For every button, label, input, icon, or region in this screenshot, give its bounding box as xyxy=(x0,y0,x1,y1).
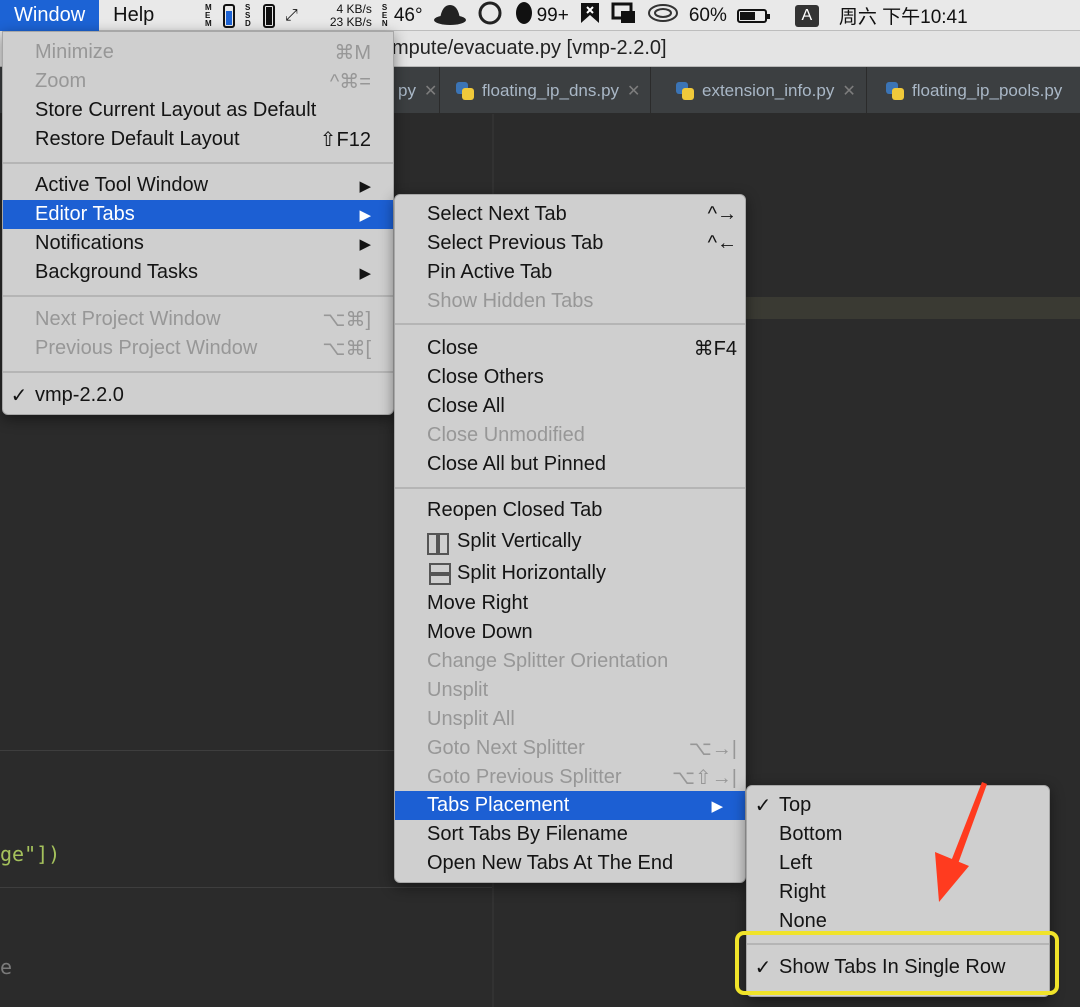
menu-item-open-new-tabs-at-end[interactable]: Open New Tabs At The End xyxy=(395,849,745,878)
memory-meter-icon[interactable] xyxy=(223,4,235,28)
submenu-arrow-icon: ▶ xyxy=(359,264,371,282)
menu-item-placement-bottom[interactable]: Bottom xyxy=(747,820,1049,849)
python-file-icon xyxy=(886,82,904,100)
submenu-arrow-icon: ▶ xyxy=(359,177,371,195)
mem-label: MEM xyxy=(205,4,213,28)
menu-item-zoom[interactable]: Zoom ^⌘= xyxy=(3,67,393,96)
input-source-icon[interactable]: A xyxy=(795,5,819,27)
menu-item-placement-top[interactable]: ✓ Top xyxy=(747,791,1049,820)
menu-item-reopen-closed-tab[interactable]: Reopen Closed Tab xyxy=(395,496,745,525)
sen-label: SEN xyxy=(382,4,390,28)
menu-item-pin-active-tab[interactable]: Pin Active Tab xyxy=(395,258,745,287)
menu-item-split-vertically[interactable]: Split Vertically xyxy=(395,526,745,557)
submenu-arrow-icon: ▶ xyxy=(359,206,371,224)
menu-item-next-project-window[interactable]: Next Project Window ⌥⌘] xyxy=(3,305,393,334)
editor-tab-partial[interactable]: py ✕ xyxy=(388,67,440,114)
menu-item-background-tasks[interactable]: Background Tasks ▶ xyxy=(3,258,393,287)
menu-item-placement-left[interactable]: Left xyxy=(747,849,1049,878)
editor-tab[interactable]: extension_info.py ✕ xyxy=(666,67,867,114)
clock-datetime[interactable]: 周六 下午10:41 xyxy=(839,2,968,29)
bookmark-app-icon[interactable] xyxy=(579,1,601,31)
close-tab-icon[interactable]: ✕ xyxy=(842,81,855,101)
network-speed[interactable]: 4 KB/s 23 KB/s xyxy=(330,3,372,29)
editor-tab[interactable]: floating_ip_dns.py ✕ xyxy=(446,67,651,114)
split-vertical-icon xyxy=(427,531,449,553)
menu-item-select-next-tab[interactable]: Select Next Tab ^→ xyxy=(395,200,745,229)
menu-item-goto-next-splitter[interactable]: Goto Next Splitter ⌥→| xyxy=(395,734,745,763)
ssd-label: SSD xyxy=(245,4,253,28)
menu-item-notifications[interactable]: Notifications ▶ xyxy=(3,229,393,258)
code-text[interactable]: e xyxy=(0,955,12,979)
editor-tab-label: extension_info.py xyxy=(702,81,834,101)
menu-item-editor-tabs[interactable]: Editor Tabs ▶ xyxy=(3,200,393,229)
menu-item-restore-layout[interactable]: Restore Default Layout ⇧F12 xyxy=(3,125,393,154)
qq-penguin-icon[interactable] xyxy=(513,1,535,31)
menu-item-tabs-placement[interactable]: Tabs Placement ▶ xyxy=(395,791,745,820)
code-text[interactable]: ge"]) xyxy=(0,842,60,866)
menu-item-unsplit[interactable]: Unsplit xyxy=(395,676,745,705)
menu-item-active-tool-window[interactable]: Active Tool Window ▶ xyxy=(3,171,393,200)
status-icons: MEM SSD ⤢ 4 KB/s 23 KB/s SEN 46° 99+ 60%… xyxy=(205,0,1080,31)
menu-item-close-all-but-pinned[interactable]: Close All but Pinned xyxy=(395,450,745,479)
menu-item-project-vmp[interactable]: ✓ vmp-2.2.0 xyxy=(3,381,393,410)
menu-separator xyxy=(3,295,393,297)
menu-item-change-splitter-orientation[interactable]: Change Splitter Orientation xyxy=(395,647,745,676)
incognito-hat-icon[interactable] xyxy=(433,2,467,30)
menu-item-move-down[interactable]: Move Down xyxy=(395,618,745,647)
menu-item-previous-project-window[interactable]: Previous Project Window ⌥⌘[ xyxy=(3,334,393,363)
checkmark-icon: ✓ xyxy=(753,793,773,818)
panel-divider xyxy=(0,887,492,888)
menu-separator xyxy=(395,323,745,325)
net-up-speed: 4 KB/s xyxy=(330,3,372,16)
menu-separator xyxy=(395,487,745,489)
battery-percent[interactable]: 60% xyxy=(689,5,727,27)
swap-arrows-icon[interactable]: ⤢ xyxy=(285,5,298,27)
temperature-value[interactable]: 46° xyxy=(394,5,423,27)
editor-tab-label: floating_ip_pools.py xyxy=(912,81,1062,101)
submenu-arrow-icon: ▶ xyxy=(359,235,371,253)
menu-item-placement-right[interactable]: Right xyxy=(747,878,1049,907)
editor-tab[interactable]: floating_ip_pools.py xyxy=(876,67,1072,114)
python-file-icon xyxy=(676,82,694,100)
battery-icon[interactable] xyxy=(737,9,767,23)
window-title: mpute/evacuate.py [vmp-2.2.0] xyxy=(392,37,667,60)
menu-item-split-horizontally[interactable]: Split Horizontally xyxy=(395,558,745,589)
editor-tab-label: py xyxy=(398,81,416,101)
editor-tab-label: floating_ip_dns.py xyxy=(482,81,619,101)
menu-item-unsplit-all[interactable]: Unsplit All xyxy=(395,705,745,734)
close-tab-icon[interactable]: ✕ xyxy=(627,81,640,101)
checkmark-icon: ✓ xyxy=(9,383,29,408)
menu-item-goto-previous-splitter[interactable]: Goto Previous Splitter ⌥⇧→| xyxy=(395,763,745,792)
disk-meter-icon[interactable] xyxy=(263,4,275,28)
annotation-arrow-icon xyxy=(925,780,995,905)
annotation-highlight-box xyxy=(735,931,1059,995)
cloud-sync-icon[interactable] xyxy=(647,1,679,31)
menu-separator xyxy=(3,371,393,373)
menu-item-move-right[interactable]: Move Right xyxy=(395,589,745,618)
help-menu-title[interactable]: Help xyxy=(99,0,168,31)
screen-share-icon[interactable] xyxy=(611,1,637,31)
submenu-arrow-icon: ▶ xyxy=(711,797,723,815)
menu-item-close-all[interactable]: Close All xyxy=(395,392,745,421)
menu-item-minimize[interactable]: Minimize ⌘M xyxy=(3,38,393,67)
menu-item-store-layout[interactable]: Store Current Layout as Default xyxy=(3,96,393,125)
close-tab-icon[interactable]: ✕ xyxy=(424,81,437,101)
python-file-icon xyxy=(456,82,474,100)
net-down-speed: 23 KB/s xyxy=(330,16,372,29)
qq-badge-count: 99+ xyxy=(537,5,569,27)
editor-tabs-submenu: Select Next Tab ^→ Select Previous Tab ^… xyxy=(394,194,746,883)
split-horizontal-icon xyxy=(427,563,449,585)
window-menu-title[interactable]: Window xyxy=(0,0,99,31)
menu-item-close[interactable]: Close ⌘F4 xyxy=(395,334,745,363)
window-dropdown-menu: Minimize ⌘M Zoom ^⌘= Store Current Layou… xyxy=(2,31,394,415)
menu-item-select-previous-tab[interactable]: Select Previous Tab ^← xyxy=(395,229,745,258)
menu-item-show-hidden-tabs[interactable]: Show Hidden Tabs xyxy=(395,287,745,316)
menu-item-sort-tabs-by-filename[interactable]: Sort Tabs By Filename xyxy=(395,820,745,849)
menu-separator xyxy=(3,162,393,164)
circle-status-icon[interactable] xyxy=(477,0,503,32)
menu-item-close-unmodified[interactable]: Close Unmodified xyxy=(395,421,745,450)
menu-item-close-others[interactable]: Close Others xyxy=(395,363,745,392)
